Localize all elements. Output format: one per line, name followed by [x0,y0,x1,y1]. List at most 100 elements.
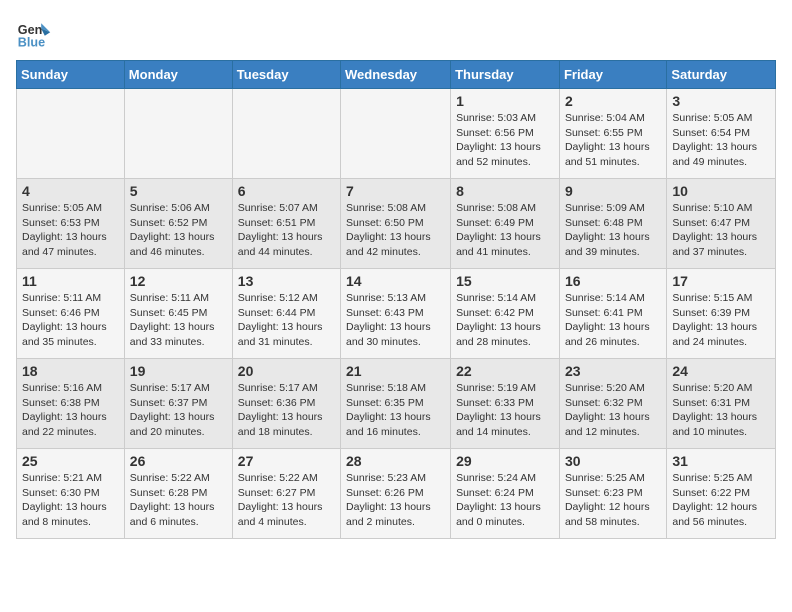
cell-info: Sunset: 6:42 PM [456,306,554,321]
cell-info: Daylight: 13 hours [22,320,119,335]
cell-info: Daylight: 13 hours [130,320,227,335]
calendar-cell: 4Sunrise: 5:05 AMSunset: 6:53 PMDaylight… [17,179,125,269]
cell-info: Daylight: 13 hours [456,140,554,155]
calendar-cell [341,89,451,179]
week-row-3: 11Sunrise: 5:11 AMSunset: 6:46 PMDayligh… [17,269,776,359]
cell-info: Sunrise: 5:13 AM [346,291,445,306]
cell-info: and 2 minutes. [346,515,445,530]
cell-info: and 26 minutes. [565,335,661,350]
day-number: 31 [672,453,770,469]
cell-info: Sunrise: 5:18 AM [346,381,445,396]
cell-info: and 16 minutes. [346,425,445,440]
calendar-cell: 25Sunrise: 5:21 AMSunset: 6:30 PMDayligh… [17,449,125,539]
cell-info: Sunset: 6:26 PM [346,486,445,501]
cell-info: Sunset: 6:44 PM [238,306,335,321]
day-number: 26 [130,453,227,469]
day-number: 4 [22,183,119,199]
calendar-cell: 20Sunrise: 5:17 AMSunset: 6:36 PMDayligh… [232,359,340,449]
calendar-cell: 7Sunrise: 5:08 AMSunset: 6:50 PMDaylight… [341,179,451,269]
cell-info: and 39 minutes. [565,245,661,260]
cell-info: and 44 minutes. [238,245,335,260]
cell-info: and 41 minutes. [456,245,554,260]
calendar-cell: 15Sunrise: 5:14 AMSunset: 6:42 PMDayligh… [451,269,560,359]
cell-info: and 51 minutes. [565,155,661,170]
cell-info: Sunset: 6:38 PM [22,396,119,411]
cell-info: Daylight: 13 hours [672,320,770,335]
cell-info: Daylight: 13 hours [22,230,119,245]
calendar-cell: 3Sunrise: 5:05 AMSunset: 6:54 PMDaylight… [667,89,776,179]
cell-info: Sunrise: 5:16 AM [22,381,119,396]
day-number: 21 [346,363,445,379]
header-monday: Monday [124,61,232,89]
day-number: 5 [130,183,227,199]
cell-info: Sunset: 6:24 PM [456,486,554,501]
cell-info: Sunrise: 5:08 AM [456,201,554,216]
day-number: 17 [672,273,770,289]
cell-info: and 49 minutes. [672,155,770,170]
cell-info: Daylight: 13 hours [238,500,335,515]
cell-info: and 31 minutes. [238,335,335,350]
calendar-cell: 23Sunrise: 5:20 AMSunset: 6:32 PMDayligh… [559,359,666,449]
cell-info: Sunrise: 5:21 AM [22,471,119,486]
header-friday: Friday [559,61,666,89]
cell-info: Daylight: 13 hours [346,500,445,515]
cell-info: Sunrise: 5:19 AM [456,381,554,396]
cell-info: Sunset: 6:36 PM [238,396,335,411]
calendar-cell: 9Sunrise: 5:09 AMSunset: 6:48 PMDaylight… [559,179,666,269]
cell-info: Daylight: 13 hours [238,320,335,335]
cell-info: Daylight: 13 hours [672,140,770,155]
cell-info: Sunrise: 5:14 AM [565,291,661,306]
calendar-cell: 19Sunrise: 5:17 AMSunset: 6:37 PMDayligh… [124,359,232,449]
day-number: 18 [22,363,119,379]
cell-info: Daylight: 13 hours [22,410,119,425]
cell-info: Sunset: 6:51 PM [238,216,335,231]
day-number: 12 [130,273,227,289]
cell-info: Sunrise: 5:06 AM [130,201,227,216]
day-number: 7 [346,183,445,199]
cell-info: and 8 minutes. [22,515,119,530]
calendar-cell: 31Sunrise: 5:25 AMSunset: 6:22 PMDayligh… [667,449,776,539]
cell-info: and 14 minutes. [456,425,554,440]
cell-info: Daylight: 13 hours [565,410,661,425]
calendar-cell: 5Sunrise: 5:06 AMSunset: 6:52 PMDaylight… [124,179,232,269]
cell-info: and 28 minutes. [456,335,554,350]
cell-info: Daylight: 13 hours [672,230,770,245]
cell-info: and 33 minutes. [130,335,227,350]
calendar-cell: 22Sunrise: 5:19 AMSunset: 6:33 PMDayligh… [451,359,560,449]
header-sunday: Sunday [17,61,125,89]
cell-info: Sunrise: 5:14 AM [456,291,554,306]
cell-info: Daylight: 12 hours [672,500,770,515]
day-number: 22 [456,363,554,379]
calendar-cell: 28Sunrise: 5:23 AMSunset: 6:26 PMDayligh… [341,449,451,539]
cell-info: Sunset: 6:27 PM [238,486,335,501]
day-number: 10 [672,183,770,199]
cell-info: Sunset: 6:33 PM [456,396,554,411]
cell-info: Sunset: 6:39 PM [672,306,770,321]
cell-info: Sunrise: 5:23 AM [346,471,445,486]
cell-info: Sunrise: 5:20 AM [672,381,770,396]
cell-info: Daylight: 13 hours [565,320,661,335]
cell-info: Sunset: 6:22 PM [672,486,770,501]
header-row: SundayMondayTuesdayWednesdayThursdayFrid… [17,61,776,89]
cell-info: Sunrise: 5:03 AM [456,111,554,126]
day-number: 6 [238,183,335,199]
day-number: 27 [238,453,335,469]
calendar-cell: 29Sunrise: 5:24 AMSunset: 6:24 PMDayligh… [451,449,560,539]
svg-text:Blue: Blue [18,36,45,50]
cell-info: Sunset: 6:47 PM [672,216,770,231]
cell-info: Sunrise: 5:10 AM [672,201,770,216]
calendar-body: 1Sunrise: 5:03 AMSunset: 6:56 PMDaylight… [17,89,776,539]
cell-info: and 46 minutes. [130,245,227,260]
cell-info: Daylight: 13 hours [130,500,227,515]
cell-info: Sunset: 6:41 PM [565,306,661,321]
week-row-2: 4Sunrise: 5:05 AMSunset: 6:53 PMDaylight… [17,179,776,269]
cell-info: Daylight: 13 hours [22,500,119,515]
cell-info: Daylight: 13 hours [456,320,554,335]
day-number: 19 [130,363,227,379]
cell-info: Sunset: 6:32 PM [565,396,661,411]
calendar-cell: 14Sunrise: 5:13 AMSunset: 6:43 PMDayligh… [341,269,451,359]
cell-info: Daylight: 13 hours [238,410,335,425]
logo: Gen Blue [16,16,56,52]
cell-info: Sunrise: 5:20 AM [565,381,661,396]
calendar-cell: 27Sunrise: 5:22 AMSunset: 6:27 PMDayligh… [232,449,340,539]
